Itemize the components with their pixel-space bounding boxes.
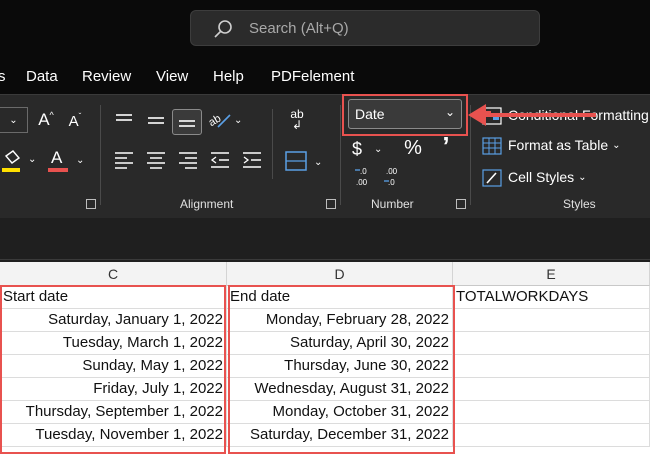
- number-dialog-launcher-icon[interactable]: [456, 199, 466, 209]
- column-header-e[interactable]: E: [453, 262, 650, 286]
- column-header-c[interactable]: C: [0, 262, 227, 286]
- chevron-down-icon: ⌄: [374, 143, 383, 155]
- table-row[interactable]: [453, 424, 650, 447]
- worksheet-grid: C D E Start date End date TOTALWORKDAYS …: [0, 262, 650, 456]
- merge-center-icon[interactable]: ⌄: [284, 149, 326, 173]
- formula-bar-area: [0, 218, 650, 260]
- bottom-align-icon: [179, 120, 195, 127]
- table-row[interactable]: [453, 401, 650, 424]
- chevron-down-icon: ⌄: [9, 114, 18, 126]
- orientation-icon[interactable]: ab ⌄: [206, 107, 246, 133]
- divider: [272, 109, 273, 179]
- chevron-down-icon: ⌄: [578, 171, 587, 183]
- format-as-table-label: Format as Table: [508, 137, 609, 153]
- paint-bucket-icon: ⌄: [2, 150, 36, 172]
- menu-bar: s Data Review View Help PDFelement: [0, 60, 650, 94]
- decrease-font-size-button[interactable]: Aˇ: [64, 109, 86, 133]
- table-row[interactable]: [453, 378, 650, 401]
- svg-text:.0: .0: [360, 167, 367, 176]
- svg-text:⌄: ⌄: [234, 115, 242, 126]
- middle-align-icon[interactable]: [144, 109, 170, 133]
- svg-text:A: A: [51, 148, 63, 167]
- menu-item-data[interactable]: Data: [26, 68, 58, 85]
- number-group-label: Number: [371, 197, 414, 211]
- currency-icon: $: [352, 138, 363, 159]
- cell-e-totalworkdays-header[interactable]: TOTALWORKDAYS: [453, 286, 650, 309]
- shrink-font-icon: A: [68, 112, 79, 130]
- start-date-highlight: [0, 285, 226, 454]
- increase-font-size-button[interactable]: A ^: [34, 107, 58, 133]
- svg-text:.00: .00: [386, 167, 398, 176]
- format-as-table-icon: [482, 137, 502, 155]
- format-as-table-button[interactable]: Format as Table ⌄: [508, 137, 621, 153]
- styles-group-label: Styles: [563, 197, 596, 211]
- search-box[interactable]: Search (Alt+Q): [190, 10, 540, 46]
- title-bar: Search (Alt+Q): [0, 0, 650, 60]
- search-icon: [214, 20, 232, 38]
- fill-color-button[interactable]: ⌄: [0, 147, 40, 175]
- align-left-icon[interactable]: [112, 149, 138, 171]
- percent-style-button[interactable]: %: [400, 135, 426, 161]
- table-row[interactable]: [453, 309, 650, 332]
- cell-styles-label: Cell Styles: [508, 169, 575, 185]
- svg-text:.0: .0: [388, 178, 395, 187]
- annotation-arrow-icon: [468, 104, 596, 126]
- column-header-d[interactable]: D: [227, 262, 453, 286]
- align-center-icon[interactable]: [144, 149, 170, 171]
- menu-item-view[interactable]: View: [156, 68, 188, 85]
- svg-text:.00: .00: [356, 178, 368, 187]
- divider: [340, 105, 341, 205]
- bottom-align-button[interactable]: [172, 109, 202, 135]
- percent-icon: %: [404, 136, 422, 159]
- cell-styles-icon: [482, 169, 502, 187]
- font-color-icon: A ⌄: [48, 148, 84, 172]
- menu-item-help[interactable]: Help: [213, 68, 244, 85]
- end-date-highlight: [228, 285, 455, 454]
- top-align-icon[interactable]: [112, 107, 138, 133]
- table-row[interactable]: [453, 355, 650, 378]
- font-dialog-launcher-icon[interactable]: [86, 199, 96, 209]
- menu-item-formulas[interactable]: s: [0, 68, 6, 85]
- alignment-group-label: Alignment: [180, 197, 234, 211]
- decrease-indent-icon[interactable]: [208, 149, 234, 171]
- font-color-button[interactable]: A ⌄: [46, 147, 86, 175]
- decrease-decimal-icon[interactable]: .00 .0: [382, 165, 410, 189]
- search-placeholder: Search (Alt+Q): [249, 20, 349, 37]
- svg-text:ab: ab: [207, 113, 224, 130]
- increase-decimal-icon[interactable]: .0 .00: [352, 165, 380, 189]
- svg-text:⌄: ⌄: [314, 157, 322, 168]
- number-format-highlight: [342, 94, 468, 136]
- cell-styles-button[interactable]: Cell Styles ⌄: [508, 169, 587, 185]
- align-right-icon[interactable]: [176, 149, 202, 171]
- svg-text:⌄: ⌄: [76, 155, 84, 166]
- grow-font-icon: A: [38, 110, 50, 129]
- chevron-down-icon: ⌄: [612, 139, 621, 151]
- wrap-text-button[interactable]: ab ↲: [284, 105, 310, 135]
- menu-item-pdfelement[interactable]: PDFelement: [271, 68, 354, 85]
- table-row[interactable]: [453, 332, 650, 355]
- divider: [100, 105, 101, 205]
- alignment-dialog-launcher-icon[interactable]: [326, 199, 336, 209]
- comma-style-button[interactable]: ’: [436, 131, 456, 161]
- menu-item-review[interactable]: Review: [82, 68, 131, 85]
- svg-text:⌄: ⌄: [28, 154, 36, 165]
- accounting-format-button[interactable]: $ ⌄: [352, 137, 396, 161]
- font-size-dropdown[interactable]: ⌄: [0, 107, 28, 133]
- increase-indent-icon[interactable]: [240, 149, 266, 171]
